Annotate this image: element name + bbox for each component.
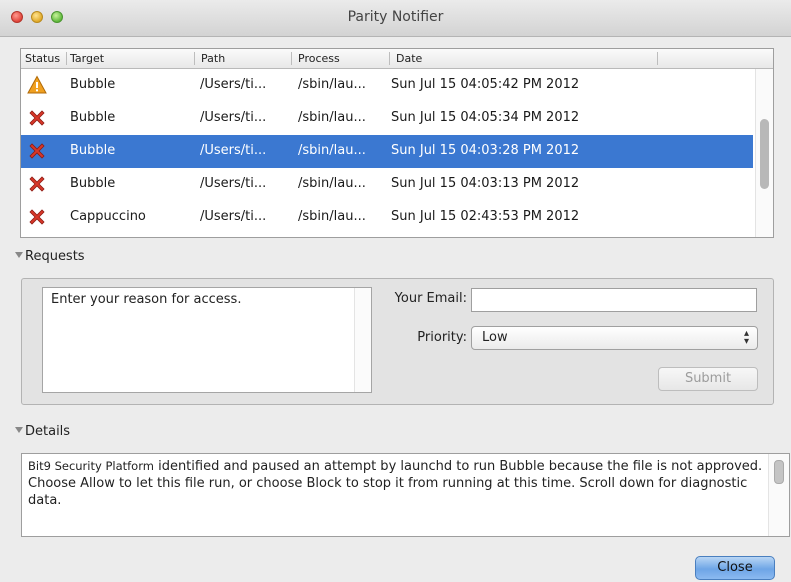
cell-target: Bubble <box>70 110 116 125</box>
cell-target: Bubble <box>70 176 116 191</box>
email-label: Your Email: <box>394 291 467 306</box>
events-table: Status Target Path Process Date Bubble/U… <box>20 48 774 238</box>
cell-process: /sbin/lau... <box>298 110 366 125</box>
cell-process: /sbin/lau... <box>298 77 366 92</box>
blocked-x-icon <box>27 174 47 194</box>
blocked-x-icon <box>27 108 47 128</box>
blocked-x-icon <box>27 141 47 161</box>
table-scrollbar-thumb[interactable] <box>760 119 769 189</box>
cell-path: /Users/ti... <box>200 176 267 191</box>
cell-path: /Users/ti... <box>200 77 267 92</box>
requests-header: Requests <box>25 249 85 264</box>
priority-label: Priority: <box>417 330 467 345</box>
details-header: Details <box>25 424 71 439</box>
table-row[interactable]: Bubble/Users/ti... /sbin/lau... Sun Jul 15… <box>21 168 753 201</box>
column-header-target[interactable]: Target <box>70 52 104 65</box>
cell-date: Sun Jul 15 04:05:42 PM 2012 <box>391 77 580 92</box>
column-divider <box>66 52 67 65</box>
warning-icon <box>27 75 47 95</box>
disclosure-triangle-icon <box>15 427 23 433</box>
details-disclosure[interactable]: Details <box>15 424 70 439</box>
reason-scrollbar[interactable] <box>354 288 371 392</box>
disclosure-triangle-icon <box>15 252 23 258</box>
details-brand: Bit9 Security Platform <box>28 459 154 473</box>
cell-date: Sun Jul 15 04:05:34 PM 2012 <box>391 110 580 125</box>
table-row[interactable]: Cappuccino/Users/ti... /sbin/lau... Sun Ju… <box>21 201 753 234</box>
cell-target: Bubble <box>70 77 116 92</box>
column-header-date[interactable]: Date <box>396 52 422 65</box>
blocked-x-icon <box>27 207 47 227</box>
priority-select[interactable]: Low ▴ ▾ <box>471 326 758 350</box>
table-row[interactable]: Bubble/Users/ti... /sbin/lau... Sun Jul 15… <box>21 135 753 168</box>
column-divider <box>657 52 658 65</box>
table-scrollbar[interactable] <box>755 69 773 237</box>
requests-panel: Enter your reason for access. Your Email… <box>21 278 774 405</box>
cell-process: /sbin/lau... <box>298 209 366 224</box>
table-header: Status Target Path Process Date <box>21 49 773 69</box>
column-header-path[interactable]: Path <box>201 52 225 65</box>
cell-path: /Users/ti... <box>200 110 267 125</box>
select-arrows-icon: ▴ ▾ <box>743 328 749 347</box>
cell-date: Sun Jul 15 02:43:53 PM 2012 <box>391 209 580 224</box>
cell-process: /sbin/lau... <box>298 176 366 191</box>
column-divider <box>291 52 292 65</box>
column-divider <box>389 52 390 65</box>
column-header-process[interactable]: Process <box>298 52 340 65</box>
details-message: Bit9 Security Platform identified and pa… <box>28 458 768 509</box>
reason-textarea[interactable]: Enter your reason for access. <box>42 287 372 393</box>
column-divider <box>194 52 195 65</box>
cell-date: Sun Jul 15 04:03:28 PM 2012 <box>391 143 580 158</box>
cell-target: Bubble <box>70 143 116 158</box>
cell-path: /Users/ti... <box>200 143 267 158</box>
cell-process: /sbin/lau... <box>298 143 366 158</box>
details-panel: Bit9 Security Platform identified and pa… <box>21 453 790 537</box>
details-scrollbar[interactable] <box>768 454 789 536</box>
email-field[interactable] <box>471 288 757 312</box>
title-bar: Parity Notifier <box>0 0 791 37</box>
details-scrollbar-thumb[interactable] <box>774 460 784 484</box>
reason-text: Enter your reason for access. <box>51 292 242 307</box>
cell-path: /Users/ti... <box>200 209 267 224</box>
window-title: Parity Notifier <box>347 9 444 25</box>
cell-date: Sun Jul 15 04:03:13 PM 2012 <box>391 176 580 191</box>
table-row[interactable]: Bubble/Users/ti... /sbin/lau... Sun Jul 15… <box>21 69 753 102</box>
cell-target: Cappuccino <box>70 209 146 224</box>
column-header-status[interactable]: Status <box>25 52 60 65</box>
table-row[interactable]: Bubble/Users/ti... /sbin/lau... Sun Jul 15… <box>21 102 753 135</box>
priority-value: Low <box>482 330 508 345</box>
submit-button[interactable]: Submit <box>658 367 758 391</box>
requests-disclosure[interactable]: Requests <box>15 249 85 264</box>
close-button[interactable]: Close <box>695 556 775 580</box>
